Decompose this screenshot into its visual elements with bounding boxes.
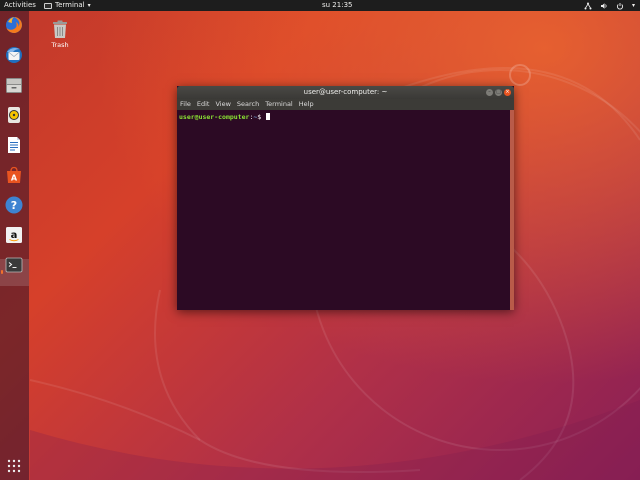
files-icon[interactable] (3, 74, 25, 96)
menu-file[interactable]: File (177, 99, 194, 110)
menu-terminal[interactable]: Terminal (262, 99, 295, 110)
network-icon[interactable] (584, 2, 592, 10)
svg-text:A: A (11, 174, 18, 183)
menu-help[interactable]: Help (296, 99, 317, 110)
grid-icon[interactable] (3, 455, 25, 477)
system-tray[interactable]: ▾ (584, 0, 635, 11)
terminal-window[interactable]: user@user-computer: ~ – □ × File Edit Vi… (177, 86, 514, 310)
caret-down-icon: ▾ (87, 2, 91, 9)
app-menu[interactable]: Terminal ▾ (44, 0, 91, 11)
menu-view[interactable]: View (212, 99, 233, 110)
terminal-scrollbar[interactable] (510, 110, 514, 310)
power-icon[interactable] (616, 2, 624, 10)
window-title: user@user-computer: ~ (303, 88, 388, 96)
minimize-button[interactable]: – (486, 89, 493, 96)
volume-icon[interactable] (600, 2, 608, 10)
maximize-button[interactable]: □ (495, 89, 502, 96)
terminal-body[interactable]: user@user-computer:~$ (177, 110, 510, 310)
terminal-mini-icon (44, 2, 52, 9)
app-menu-label: Terminal (55, 1, 85, 9)
text-cursor (266, 113, 271, 120)
chevron-down-icon[interactable]: ▾ (632, 0, 635, 11)
terminal-titlebar[interactable]: user@user-computer: ~ – □ × (177, 86, 514, 99)
prompt-symbol: $ (257, 113, 266, 121)
help-icon[interactable]: ? (3, 194, 25, 216)
firefox-icon[interactable] (3, 14, 25, 36)
clock[interactable]: su 21:35 (322, 0, 352, 11)
terminal-icon[interactable] (3, 254, 25, 276)
rhythmbox-icon[interactable] (3, 104, 25, 126)
menu-edit[interactable]: Edit (194, 99, 213, 110)
prompt-user-host: user@user-computer (179, 113, 250, 121)
writer-icon[interactable] (3, 134, 25, 156)
trash-icon (53, 20, 67, 38)
menu-search[interactable]: Search (234, 99, 262, 110)
terminal-menubar: File Edit View Search Terminal Help (177, 99, 514, 110)
dock: A ? a (0, 11, 29, 480)
close-button[interactable]: × (504, 89, 511, 96)
svg-text:?: ? (11, 199, 17, 212)
top-bar: Activities Terminal ▾ su 21:35 ▾ (0, 0, 640, 11)
amazon-icon[interactable]: a (3, 224, 25, 246)
trash-label: Trash (51, 41, 69, 49)
svg-text:a: a (11, 230, 18, 241)
software-icon[interactable]: A (3, 164, 25, 186)
thunderbird-icon[interactable] (3, 44, 25, 66)
trash-desktop-icon[interactable]: Trash (45, 19, 75, 49)
activities-button[interactable]: Activities (4, 0, 36, 11)
